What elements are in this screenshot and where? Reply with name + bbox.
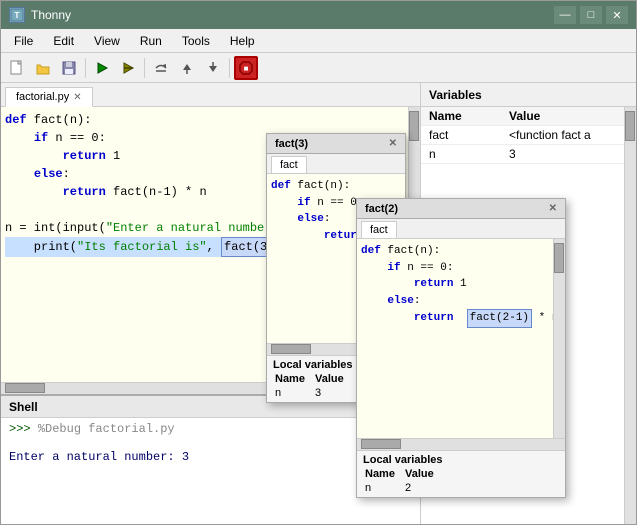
col-name: Name: [425, 108, 505, 124]
title-bar-left: T Thonny: [9, 7, 71, 23]
menu-bar: File Edit View Run Tools Help: [1, 29, 636, 53]
debug-window-2-code: def fact(n): if n == 0: return 1 else: r…: [357, 239, 553, 438]
debug-window-1-title: fact(3) ✕: [267, 134, 405, 154]
col-value: Value: [505, 108, 620, 124]
debug1-col-val: Value: [311, 372, 348, 386]
menu-tools[interactable]: Tools: [173, 31, 219, 51]
tab-label: factorial.py: [16, 91, 69, 103]
debug-window-2-var-row-n: n 2: [361, 481, 561, 495]
menu-view[interactable]: View: [85, 31, 129, 51]
fact2-highlight: fact(2-1): [467, 309, 532, 328]
save-button[interactable]: [57, 56, 81, 80]
main-area: factorial.py ✕ def fact(n): if n == 0: r…: [1, 83, 636, 524]
step-over-button[interactable]: [149, 56, 173, 80]
svg-text:T: T: [15, 11, 20, 20]
vars-scrollbar-thumb[interactable]: [625, 111, 635, 141]
title-controls: — □ ✕: [554, 6, 628, 24]
variables-col-headers: Name Value: [421, 107, 624, 126]
debug2-col-headers: Name Value: [361, 467, 561, 481]
shell-line-2: [9, 436, 412, 450]
editor-scrollbar-thumb-h[interactable]: [5, 383, 45, 393]
shell-line-3: Enter a natural number: 3: [9, 450, 412, 464]
menu-edit[interactable]: Edit: [44, 31, 83, 51]
close-button[interactable]: ✕: [606, 6, 628, 24]
variables-header: Variables: [421, 83, 636, 107]
debug-window-2-tab[interactable]: fact: [361, 221, 397, 238]
tab-close-icon[interactable]: ✕: [73, 92, 81, 103]
debug2-scrollbar-thumb[interactable]: [554, 243, 564, 273]
main-window: T Thonny — □ ✕ File Edit View Run Tools …: [0, 0, 637, 525]
debug2-scrollbar-thumb-h[interactable]: [361, 439, 401, 449]
svg-text:■: ■: [244, 64, 249, 73]
window-title: Thonny: [31, 8, 71, 22]
debug1-scrollbar-thumb-h[interactable]: [271, 344, 311, 354]
open-button[interactable]: [31, 56, 55, 80]
code-line-1: def fact(n):: [5, 111, 404, 129]
debug-window-fact2[interactable]: fact(2) ✕ fact def fact(n): if n == 0: r…: [356, 198, 566, 498]
maximize-button[interactable]: □: [580, 6, 602, 24]
menu-file[interactable]: File: [5, 31, 42, 51]
var-row-fact: fact <function fact a: [421, 126, 624, 145]
debug2-scrollbar-v[interactable]: [553, 239, 565, 438]
debug2-col-val: Value: [401, 467, 438, 481]
debug-button[interactable]: [116, 56, 140, 80]
new-button[interactable]: [5, 56, 29, 80]
debug-window-2-close[interactable]: ✕: [549, 203, 557, 214]
debug2-code-scroll: def fact(n): if n == 0: return 1 else: r…: [357, 239, 565, 438]
toolbar: ■: [1, 53, 636, 83]
editor-tab-bar: factorial.py ✕: [1, 83, 420, 107]
title-bar: T Thonny — □ ✕: [1, 1, 636, 29]
toolbar-sep-3: [229, 58, 230, 78]
editor-scrollbar-thumb[interactable]: [409, 111, 419, 141]
step-out-button[interactable]: [201, 56, 225, 80]
stop-button[interactable]: ■: [234, 56, 258, 80]
minimize-button[interactable]: —: [554, 6, 576, 24]
debug-window-2-vars-label: Local variables: [361, 453, 561, 467]
editor-tab-factorial[interactable]: factorial.py ✕: [5, 87, 93, 107]
debug-window-2-tab-bar: fact: [357, 219, 565, 239]
debug2-col-name: Name: [361, 467, 401, 481]
vars-scrollbar-v[interactable]: [624, 107, 636, 524]
step-into-button[interactable]: [175, 56, 199, 80]
var-row-n: n 3: [421, 145, 624, 164]
menu-run[interactable]: Run: [131, 31, 171, 51]
debug1-col-name: Name: [271, 372, 311, 386]
debug2-scrollbar-h[interactable]: [357, 438, 565, 450]
menu-help[interactable]: Help: [221, 31, 264, 51]
debug-window-1-close[interactable]: ✕: [389, 138, 397, 149]
toolbar-sep-2: [144, 58, 145, 78]
toolbar-sep-1: [85, 58, 86, 78]
debug-window-2-vars: Local variables Name Value n 2: [357, 450, 565, 497]
debug-window-1-tab-bar: fact: [267, 154, 405, 174]
run-button[interactable]: [90, 56, 114, 80]
debug-window-2-title: fact(2) ✕: [357, 199, 565, 219]
shell-line-1: >>> %Debug factorial.py: [9, 422, 412, 436]
debug-window-1-tab[interactable]: fact: [271, 156, 307, 173]
app-icon: T: [9, 7, 25, 23]
